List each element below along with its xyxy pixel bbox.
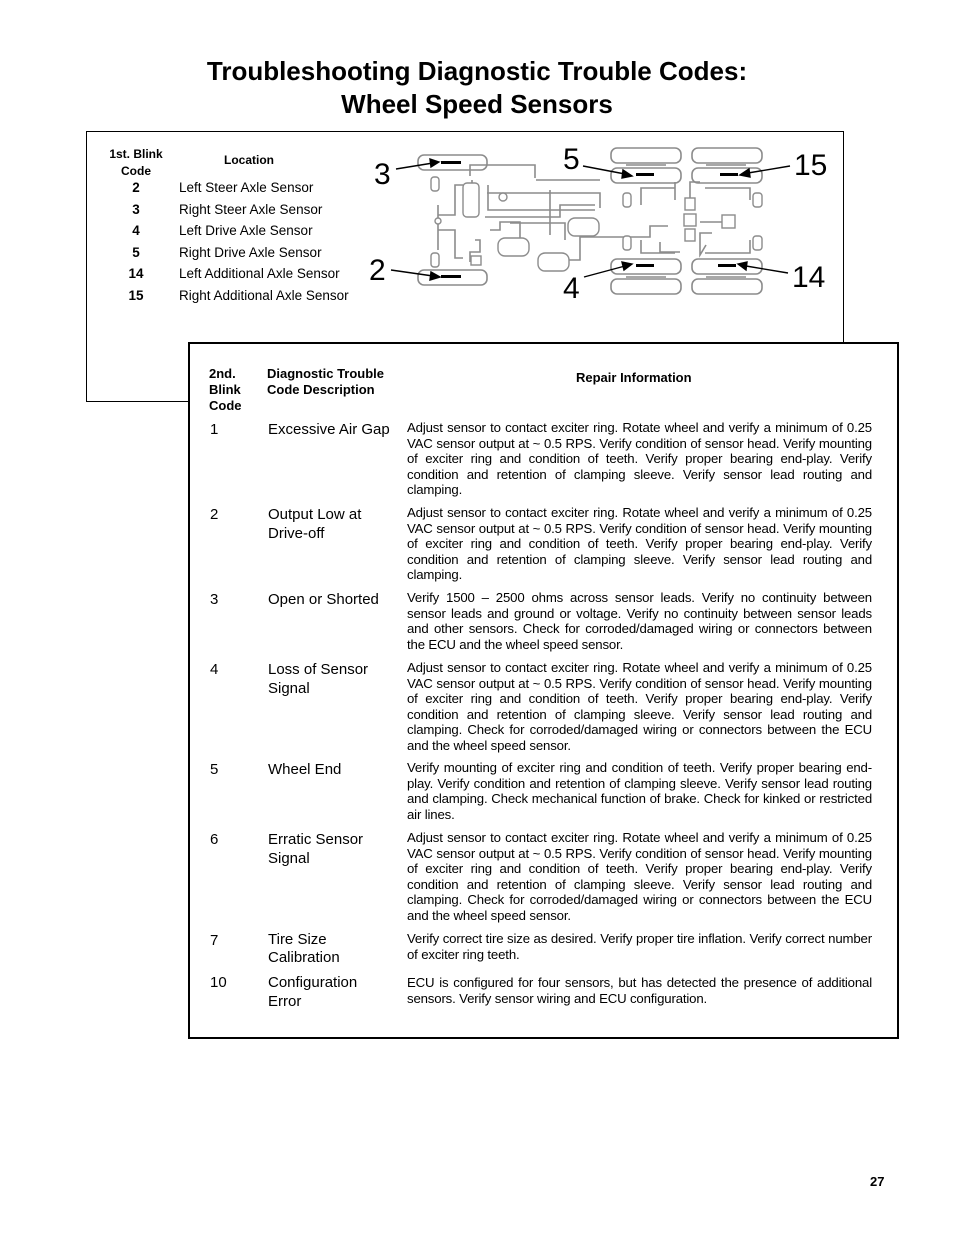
dtc-code: 6 <box>210 831 219 848</box>
dtc-code: 7 <box>210 932 219 949</box>
diagram-label-15: 15 <box>794 149 827 182</box>
air-tank-4 <box>462 182 480 218</box>
location-code: 5 <box>132 245 140 260</box>
air-tank-3 <box>567 217 600 237</box>
dtc-repair: Adjust sensor to contact exciter ring. R… <box>407 660 872 753</box>
location-label: Left Drive Axle Sensor <box>179 223 313 238</box>
brake-chamber <box>430 176 440 192</box>
dtc-repair: ECU is configured for four sensors, but … <box>407 975 872 1006</box>
dtc-repair: Adjust sensor to contact exciter ring. R… <box>407 830 872 923</box>
location-label: Right Additional Axle Sensor <box>179 288 349 303</box>
location-header-code: 1st. Blink Code <box>109 147 163 178</box>
location-code: 2 <box>132 180 140 195</box>
dtc-code: 4 <box>210 661 219 678</box>
brake-chamber <box>430 252 440 268</box>
diagram-label-4: 4 <box>563 272 580 305</box>
dtc-header-code: 2nd. Blink Code <box>209 366 242 413</box>
location-code: 14 <box>128 266 144 281</box>
dtc-description: Loss of Sensor Signal <box>268 661 369 697</box>
dtc-description: Excessive Air Gap <box>268 421 390 438</box>
location-label: Right Drive Axle Sensor <box>179 245 322 260</box>
dtc-code: 10 <box>210 974 227 991</box>
abs-valve <box>684 228 696 242</box>
dtc-description: Wheel End <box>268 761 342 778</box>
sensor-15-marker <box>720 173 738 176</box>
location-label: Left Additional Axle Sensor <box>179 266 340 281</box>
dtc-repair: Verify correct tire size as desired. Ver… <box>407 931 872 962</box>
location-header-location: Location <box>224 153 274 167</box>
page-title-line-2: Wheel Speed Sensors <box>341 89 613 119</box>
location-label: Right Steer Axle Sensor <box>179 202 323 217</box>
dtc-code: 2 <box>210 506 219 523</box>
sensor-2-marker <box>441 275 461 278</box>
brake-chamber <box>622 192 632 208</box>
ecu-box <box>721 214 736 229</box>
air-tank-2 <box>537 252 570 272</box>
page-title: Troubleshooting Diagnostic Trouble Codes… <box>0 55 954 121</box>
dtc-repair: Adjust sensor to contact exciter ring. R… <box>407 505 872 583</box>
sensor-3-marker <box>441 161 461 164</box>
compressor <box>470 255 482 266</box>
sensor-5-marker <box>636 173 654 176</box>
brake-chamber <box>622 235 632 251</box>
location-code: 4 <box>132 223 140 238</box>
dtc-description: Open or Shorted <box>268 591 379 608</box>
sensor-14-marker <box>718 264 736 267</box>
diagram-label-5: 5 <box>563 143 580 176</box>
dtc-description: Erratic Sensor Signal <box>268 831 364 867</box>
location-code: 3 <box>132 202 140 217</box>
dtc-description: Tire Size Calibration <box>268 931 340 966</box>
dtc-repair: Verify 1500 – 2500 ohms across sensor le… <box>407 590 872 652</box>
valve <box>498 192 508 202</box>
dtc-description: Output Low at Drive-off <box>268 506 362 542</box>
dtc-header-repair: Repair Information <box>576 370 692 385</box>
dtc-description: Configuration Error <box>268 974 358 1010</box>
tire-left-drive-outer <box>610 278 682 295</box>
dtc-code: 3 <box>210 591 219 608</box>
diagram-label-14: 14 <box>792 261 825 294</box>
relay-valve <box>683 213 697 227</box>
air-tank-1 <box>497 237 530 257</box>
dtc-repair: Adjust sensor to contact exciter ring. R… <box>407 420 872 498</box>
abs-valve <box>684 197 696 211</box>
dtc-code: 1 <box>210 421 219 438</box>
diagram-label-3: 3 <box>374 158 391 191</box>
dtc-repair: Verify mounting of exciter ring and cond… <box>407 760 872 822</box>
diagram-label-2: 2 <box>369 254 386 287</box>
tire-right-additional-outer <box>691 147 763 164</box>
brake-chamber <box>752 192 763 208</box>
brake-chamber <box>752 235 763 251</box>
location-code: 15 <box>128 288 144 303</box>
sensor-4-marker <box>636 264 654 267</box>
location-label: Left Steer Axle Sensor <box>179 180 314 195</box>
dtc-header-description: Diagnostic Trouble Code Description <box>267 366 385 397</box>
dtc-table: 2nd. Blink Code Diagnostic Trouble Code … <box>188 342 899 1039</box>
page-number: 27 <box>870 1174 885 1189</box>
page-title-line-1: Troubleshooting Diagnostic Trouble Codes… <box>206 56 748 86</box>
valve <box>434 217 442 225</box>
brake-system-diagram: 3 2 5 4 15 14 <box>369 143 827 305</box>
tire-right-drive-outer <box>610 147 682 164</box>
tire-left-additional-outer <box>691 278 763 295</box>
dtc-code: 5 <box>210 761 219 778</box>
